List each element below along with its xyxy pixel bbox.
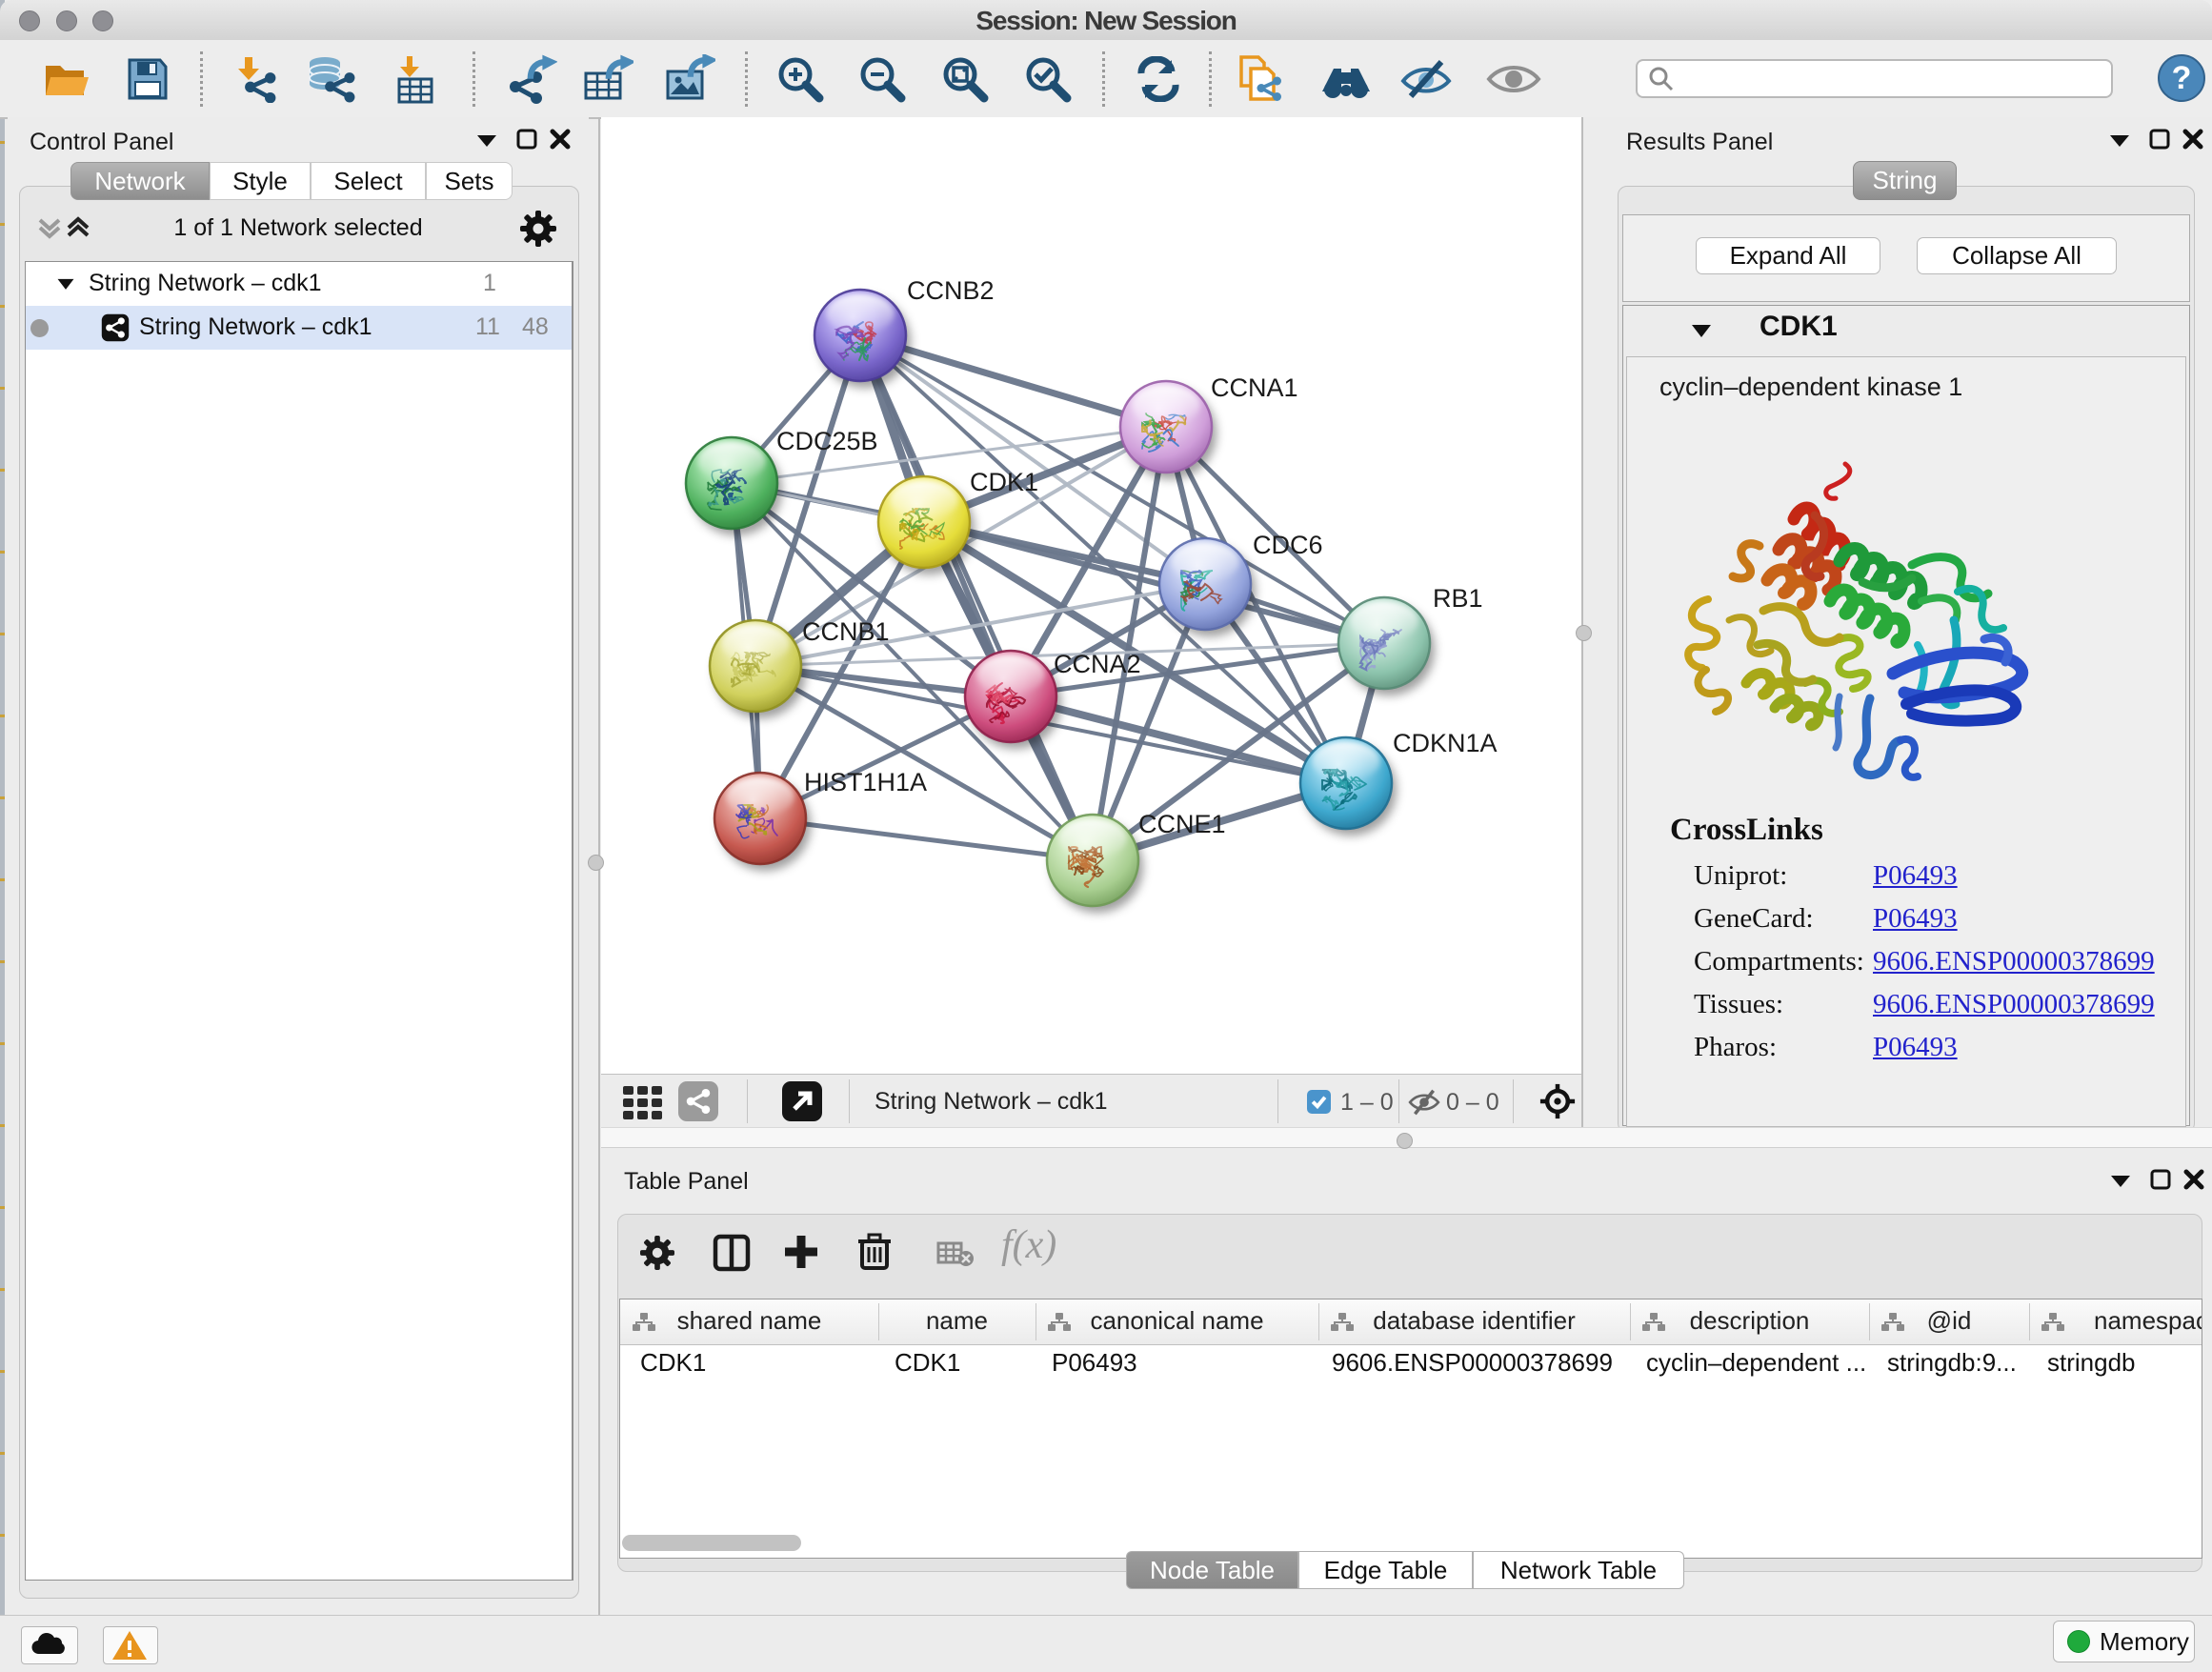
svg-text:HIST1H1A: HIST1H1A — [804, 768, 927, 796]
svg-text:CDKN1A: CDKN1A — [1393, 729, 1498, 757]
svg-text:CDC6: CDC6 — [1253, 531, 1323, 559]
svg-text:CDC25B: CDC25B — [776, 427, 878, 455]
svg-text:?: ? — [2172, 60, 2192, 96]
svg-text:CDK1: CDK1 — [970, 468, 1038, 496]
svg-text:CCNB2: CCNB2 — [907, 276, 995, 305]
svg-text:RB1: RB1 — [1433, 584, 1483, 613]
svg-text:CCNB1: CCNB1 — [802, 617, 890, 646]
svg-text:CCNA2: CCNA2 — [1054, 650, 1141, 678]
svg-text:CCNA1: CCNA1 — [1211, 373, 1298, 402]
svg-text:CCNE1: CCNE1 — [1138, 810, 1226, 838]
